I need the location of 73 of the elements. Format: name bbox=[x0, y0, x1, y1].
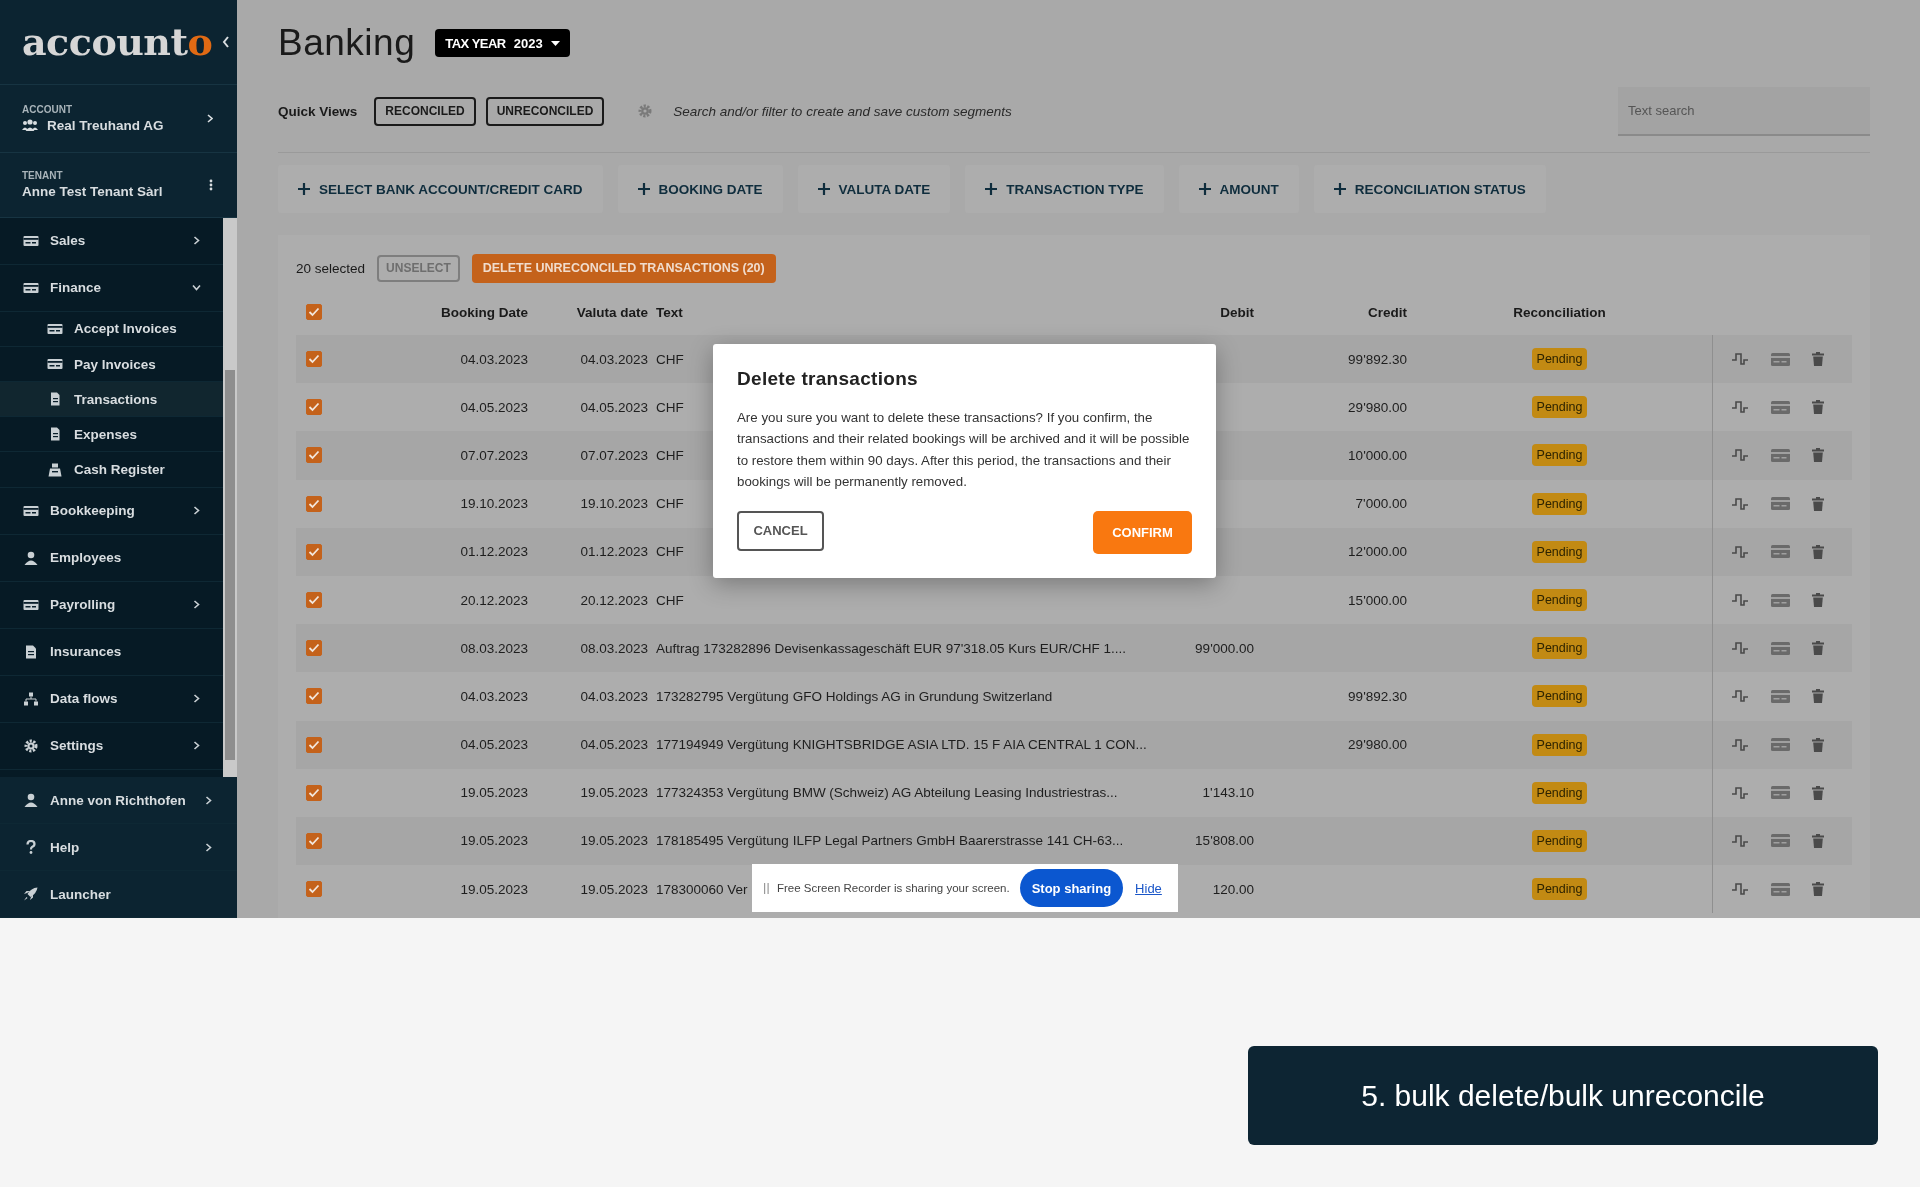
table-cell: 99'892.30 bbox=[1348, 688, 1407, 704]
table-cell: Auftrag 173282896 Devisenkassageschäft EUR 97'318.05 Kurs EUR/CHF 1.... bbox=[656, 640, 1127, 656]
table-cell-text: 19.05.2023 bbox=[579, 785, 648, 801]
table-cell: 15'808.00 bbox=[1195, 833, 1254, 849]
status-badge: Pending bbox=[1531, 348, 1588, 371]
table-cell: 99'000.00 bbox=[1195, 640, 1254, 656]
table-cell-text: 04.05.2023 bbox=[579, 737, 648, 753]
table-cell: 7'000.00 bbox=[1355, 496, 1407, 512]
page-title: Banking bbox=[278, 22, 416, 64]
table-cell-text: 19.05.2023 bbox=[459, 833, 528, 849]
table-cell: 173282795 Vergütung GFO Holdings AG in Grundung Switzerland bbox=[656, 688, 1053, 704]
table-cell-text: 19.10.2023 bbox=[579, 496, 648, 512]
table-cell-text: 19.05.2023 bbox=[459, 785, 528, 801]
table-cell-text: 04.05.2023 bbox=[459, 737, 528, 753]
table-cell: 177194949 Vergütung KNIGHTSBRIDGE ASIA LTD. 15 F AIA CENTRAL 1 CON... bbox=[656, 737, 1147, 753]
table-cell: CHF bbox=[656, 399, 684, 415]
status-badge: Pending bbox=[1531, 637, 1588, 660]
table-cell-text: 08.03.2023 bbox=[579, 640, 648, 656]
table-cell: 177324353 Vergütung BMW (Schweiz) AG Abteilung Leasing Industriestras... bbox=[656, 785, 1118, 801]
table-cell-text: 01.12.2023 bbox=[459, 544, 528, 560]
dialog-title: Delete transactions bbox=[737, 368, 919, 390]
tenant-label: TENANT bbox=[22, 170, 64, 182]
table-cell: CHF bbox=[656, 351, 684, 367]
logo: accounto bbox=[22, 19, 213, 65]
status-badge: Pending bbox=[1531, 781, 1588, 804]
table-cell-text: 07.07.2023 bbox=[459, 447, 528, 463]
table-cell-text: 19.10.2023 bbox=[459, 496, 528, 512]
table-cell: 15'000.00 bbox=[1348, 592, 1407, 608]
status-badge: Pending bbox=[1531, 396, 1588, 419]
account-label: ACCOUNT bbox=[22, 103, 73, 115]
table-cell-text: 04.05.2023 bbox=[579, 399, 648, 415]
account-name: Real Treuhand AG bbox=[47, 117, 164, 133]
status-badge: Pending bbox=[1531, 685, 1588, 708]
dialog-message: Are you sure you want to delete these transactions? If you confirm, the transactions and their related bookings will be archived and it will be possible to restore them within 90 days. After this period, the transactions and their bookings will be permanently removed. bbox=[737, 409, 1191, 492]
table-cell-text: 19.05.2023 bbox=[579, 881, 648, 897]
status-badge: Pending bbox=[1531, 540, 1588, 563]
table-cell-text: 04.05.2023 bbox=[459, 399, 528, 415]
share-message: Free Screen Recorder is sharing your screen. bbox=[777, 882, 1010, 894]
caption-text: 5. bulk delete/bulk unreconcile bbox=[1361, 1078, 1765, 1113]
status-badge: Pending bbox=[1531, 733, 1588, 756]
table-cell-text: 04.03.2023 bbox=[459, 351, 528, 367]
table-cell: CHF bbox=[656, 447, 684, 463]
status-badge: Pending bbox=[1531, 589, 1588, 612]
table-cell: 10'000.00 bbox=[1348, 447, 1407, 463]
table-cell-text: 20.12.2023 bbox=[579, 592, 648, 608]
table-cell-text: 01.12.2023 bbox=[579, 544, 648, 560]
table-cell: 12'000.00 bbox=[1348, 544, 1407, 560]
table-cell: CHF bbox=[656, 496, 684, 512]
status-badge: Pending bbox=[1531, 444, 1588, 467]
tenant-name: Anne Test Tenant Sàrl bbox=[22, 184, 163, 200]
segments-hint: Search and/or filter to create and save custom segments bbox=[673, 103, 1012, 119]
table-cell-text: 19.05.2023 bbox=[579, 833, 648, 849]
selection-count: 20 selected bbox=[296, 260, 366, 276]
table-cell: 99'892.30 bbox=[1348, 351, 1407, 367]
status-badge: Pending bbox=[1531, 829, 1588, 852]
table-cell-text: 04.03.2023 bbox=[459, 688, 528, 704]
table-cell: 178185495 Vergütung ILFP Legal Partners GmbH Baarerstrasse 141 CH-63... bbox=[656, 833, 1124, 849]
table-cell-text: 19.05.2023 bbox=[459, 881, 528, 897]
table-cell: CHF bbox=[656, 544, 684, 560]
table-cell: CHF bbox=[656, 592, 684, 608]
table-cell-text: 07.07.2023 bbox=[579, 447, 648, 463]
table-cell: 178300060 Ver bbox=[656, 881, 748, 897]
table-cell: 29'980.00 bbox=[1348, 399, 1407, 415]
table-cell: 29'980.00 bbox=[1348, 737, 1407, 753]
table-cell: 120.00 bbox=[1212, 881, 1254, 897]
table-cell-text: 04.03.2023 bbox=[579, 351, 648, 367]
table-cell-text: 04.03.2023 bbox=[579, 688, 648, 704]
quick-views-label: Quick Views bbox=[278, 103, 358, 119]
table-cell: 1'143.10 bbox=[1202, 785, 1254, 801]
table-cell-text: 08.03.2023 bbox=[459, 640, 528, 656]
table-cell-text: 20.12.2023 bbox=[459, 592, 528, 608]
status-badge: Pending bbox=[1531, 492, 1588, 515]
status-badge: Pending bbox=[1531, 878, 1588, 901]
